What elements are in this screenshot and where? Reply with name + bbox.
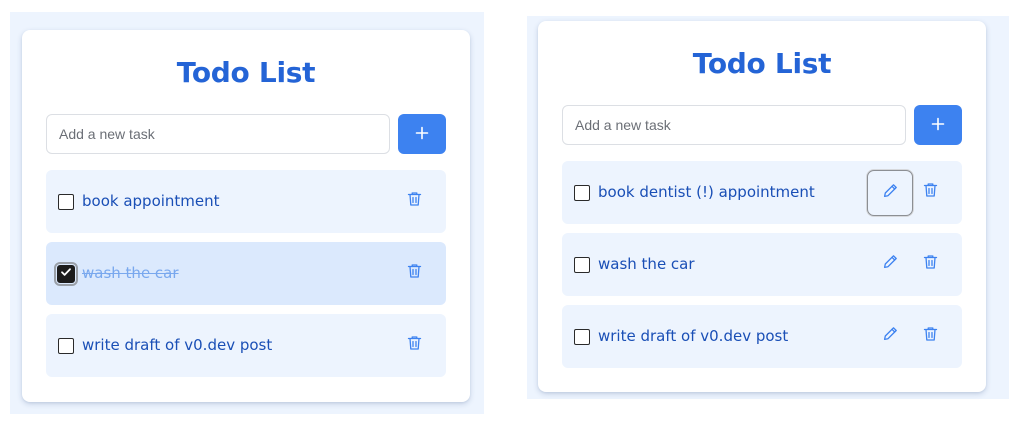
page-title: Todo List [176,56,316,89]
todo-text: write draft of v0.dev post [82,336,273,354]
trash-icon [923,326,938,347]
edit-button[interactable] [880,254,900,274]
edit-button[interactable] [867,170,913,216]
delete-button[interactable] [404,335,424,355]
add-task-input[interactable] [46,114,390,154]
list-item: book dentist (!) appointment [562,161,962,224]
right-todo-card: Todo List book dentist (!) appointment [538,21,986,392]
todo-checkbox[interactable] [574,185,590,201]
plus-icon [415,126,429,143]
list-item: wash the car [46,242,446,305]
edit-button[interactable] [880,326,900,346]
todo-checkbox[interactable] [574,257,590,273]
trash-icon [923,254,938,275]
checkmark-icon [60,265,72,283]
pencil-icon [883,326,898,346]
todo-text: wash the car [82,264,179,282]
trash-icon [407,263,422,284]
todo-checkbox[interactable] [54,262,78,286]
pencil-icon [883,183,898,203]
add-task-input[interactable] [562,105,906,145]
todo-text: book dentist (!) appointment [598,183,815,201]
todo-text: book appointment [82,192,220,210]
trash-icon [407,335,422,356]
todo-checkbox[interactable] [574,329,590,345]
delete-button[interactable] [404,263,424,283]
delete-button[interactable] [920,254,940,274]
list-item: write draft of v0.dev post [562,305,962,368]
trash-icon [407,191,422,212]
todo-checkbox[interactable] [58,194,74,210]
trash-icon [923,182,938,203]
todo-text: wash the car [598,255,695,273]
add-task-button[interactable] [398,114,446,154]
delete-button[interactable] [404,191,424,211]
delete-button[interactable] [920,326,940,346]
plus-icon [931,117,945,134]
pencil-icon [883,254,898,274]
delete-button[interactable] [920,182,940,202]
left-todo-card: Todo List book appointment wash the car [22,30,470,402]
list-item: book appointment [46,170,446,233]
list-item: write draft of v0.dev post [46,314,446,377]
add-task-button[interactable] [914,105,962,145]
todo-checkbox[interactable] [58,338,74,354]
list-item: wash the car [562,233,962,296]
todo-text: write draft of v0.dev post [598,327,789,345]
page-title: Todo List [692,47,832,80]
